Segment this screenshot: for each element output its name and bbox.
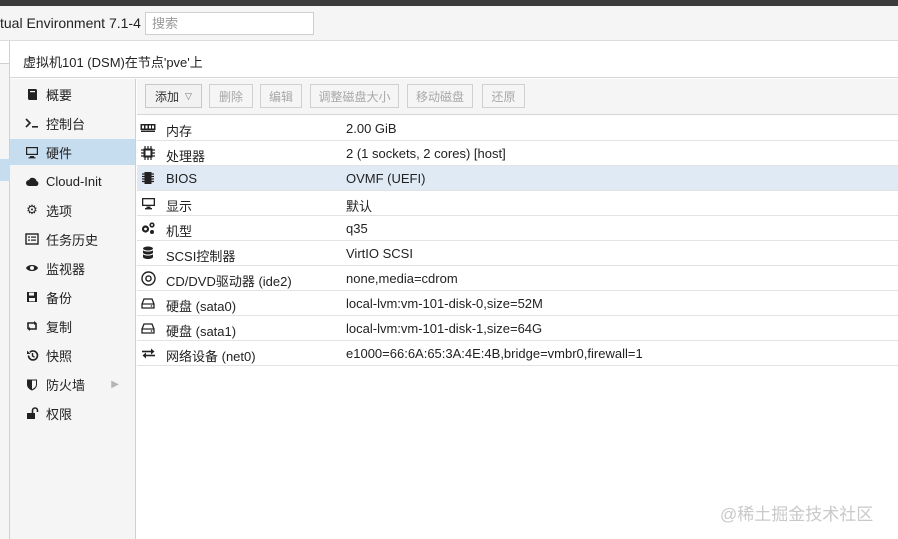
search-input[interactable] (145, 12, 314, 35)
vm-nav-panel: 概要 控制台 硬件 Cloud-Init ⚙ 选项 任务历史 监视器 备份 复制… (10, 79, 136, 539)
hardware-value: 2.00 GiB (346, 121, 397, 136)
table-row[interactable]: CD/DVD驱动器 (ide2) none,media=cdrom (137, 266, 898, 291)
edit-button[interactable]: 编辑 (260, 84, 302, 108)
vm-title: 虚拟机101 (DSM)在节点'pve'上 (23, 55, 203, 70)
hardware-value: none,media=cdrom (346, 271, 458, 286)
add-button[interactable]: 添加 ▽ (145, 84, 202, 108)
retweet-icon (22, 320, 42, 332)
cpu-icon (140, 146, 156, 160)
hardware-name: 硬盘 (sata1) (166, 324, 237, 339)
exchange-icon (140, 346, 156, 360)
nav-item-options[interactable]: ⚙ 选项 (10, 197, 135, 223)
hardware-value: e1000=66:6A:65:3A:4E:4B,bridge=vmbr0,fir… (346, 346, 643, 361)
resource-tree-edge (0, 41, 10, 539)
hardware-name: 内存 (166, 124, 193, 139)
hardware-value: 默认 (346, 199, 373, 214)
nav-item-label: 快照 (46, 348, 73, 364)
book-icon (22, 88, 42, 101)
shield-icon (22, 378, 42, 391)
hardware-name: 显示 (166, 199, 193, 214)
nav-item-task-history[interactable]: 任务历史 (10, 226, 135, 252)
cloud-icon (22, 176, 42, 187)
hdd-icon (140, 321, 156, 335)
gear-icon: ⚙ (26, 202, 38, 217)
microchip-icon (140, 171, 156, 185)
hardware-value: 2 (1 sockets, 2 cores) [host] (346, 146, 506, 161)
table-row[interactable]: 网络设备 (net0) e1000=66:6A:65:3A:4E:4B,brid… (137, 341, 898, 366)
hardware-value: local-lvm:vm-101-disk-0,size=52M (346, 296, 543, 311)
nav-item-label: 任务历史 (46, 232, 99, 248)
nav-item-label: 控制台 (46, 116, 86, 132)
memory-icon (140, 121, 156, 135)
nav-item-cloud-init[interactable]: Cloud-Init (10, 168, 135, 194)
nav-item-label: 复制 (46, 319, 73, 335)
table-row[interactable]: SCSI控制器 VirtIO SCSI (137, 241, 898, 266)
hardware-name: CD/DVD驱动器 (ide2) (166, 274, 292, 289)
tree-header-stub (0, 41, 9, 64)
table-row[interactable]: 机型 q35 (137, 216, 898, 241)
table-row[interactable]: 显示 默认 (137, 191, 898, 216)
hardware-name: 网络设备 (net0) (166, 349, 256, 364)
hardware-toolbar: 添加 ▽ 删除 编辑 调整磁盘大小 移动磁盘 还原 (137, 79, 898, 115)
nav-item-label: Cloud-Init (46, 173, 102, 189)
nav-item-label: 监视器 (46, 261, 86, 277)
hardware-name: SCSI控制器 (166, 249, 236, 264)
nav-item-hardware[interactable]: 硬件 (10, 139, 135, 165)
chevron-right-icon[interactable]: ▶ (111, 379, 119, 390)
cdrom-icon (140, 270, 156, 286)
tree-selected-stub[interactable] (0, 159, 10, 181)
resize-disk-button[interactable]: 调整磁盘大小 (310, 84, 399, 108)
hardware-value: local-lvm:vm-101-disk-1,size=64G (346, 321, 543, 336)
nav-item-label: 概要 (46, 87, 73, 103)
table-row[interactable]: 内存 2.00 GiB (137, 116, 898, 141)
cogs-icon (140, 221, 156, 235)
database-icon (140, 246, 156, 260)
hardware-value: VirtIO SCSI (346, 246, 413, 261)
history-icon (22, 349, 42, 362)
eye-icon (22, 263, 42, 273)
nav-item-firewall[interactable]: 防火墙 ▶ (10, 371, 135, 397)
remove-button[interactable]: 删除 (209, 84, 253, 108)
table-row[interactable]: BIOS OVMF (UEFI) (137, 166, 898, 191)
terminal-icon (22, 117, 42, 129)
nav-item-label: 选项 (46, 203, 73, 219)
vm-header: 虚拟机101 (DSM)在节点'pve'上 (10, 41, 898, 78)
nav-item-label: 权限 (46, 406, 73, 422)
revert-button[interactable]: 还原 (482, 84, 525, 108)
nav-item-label: 防火墙 (46, 377, 86, 393)
list-icon (22, 233, 42, 245)
hardware-name: 处理器 (166, 149, 206, 164)
nav-item-label: 备份 (46, 290, 73, 306)
nav-item-summary[interactable]: 概要 (10, 81, 135, 107)
nav-item-permissions[interactable]: 权限 (10, 400, 135, 426)
hardware-name: 机型 (166, 224, 193, 239)
table-row[interactable]: 硬盘 (sata1) local-lvm:vm-101-disk-1,size=… (137, 316, 898, 341)
add-button-label: 添加 (155, 89, 180, 104)
table-row[interactable]: 处理器 2 (1 sockets, 2 cores) [host] (137, 141, 898, 166)
hdd-icon (140, 296, 156, 310)
unlock-icon (22, 406, 42, 420)
hardware-name: 硬盘 (sata0) (166, 299, 237, 314)
table-row[interactable]: 硬盘 (sata0) local-lvm:vm-101-disk-0,size=… (137, 291, 898, 316)
title-bar: tual Environment 7.1-4 (0, 6, 898, 41)
nav-item-replication[interactable]: 复制 (10, 313, 135, 339)
move-disk-button[interactable]: 移动磁盘 (407, 84, 473, 108)
nav-item-console[interactable]: 控制台 (10, 110, 135, 136)
app-title: tual Environment 7.1-4 (0, 15, 141, 31)
nav-item-snapshots[interactable]: 快照 (10, 342, 135, 368)
watermark: @稀土掘金技术社区 (720, 505, 874, 524)
nav-item-monitor[interactable]: 监视器 (10, 255, 135, 281)
hardware-value: q35 (346, 221, 368, 236)
hardware-grid: 内存 2.00 GiB 处理器 2 (1 sockets, 2 cores) [… (137, 116, 898, 366)
floppy-icon (22, 291, 42, 303)
desktop-icon (140, 196, 156, 210)
hardware-name: BIOS (166, 171, 198, 186)
nav-item-label: 硬件 (46, 145, 73, 161)
desktop-icon (22, 146, 42, 159)
nav-item-backup[interactable]: 备份 (10, 284, 135, 310)
chevron-down-icon: ▽ (185, 90, 192, 101)
hardware-value: OVMF (UEFI) (346, 171, 426, 186)
